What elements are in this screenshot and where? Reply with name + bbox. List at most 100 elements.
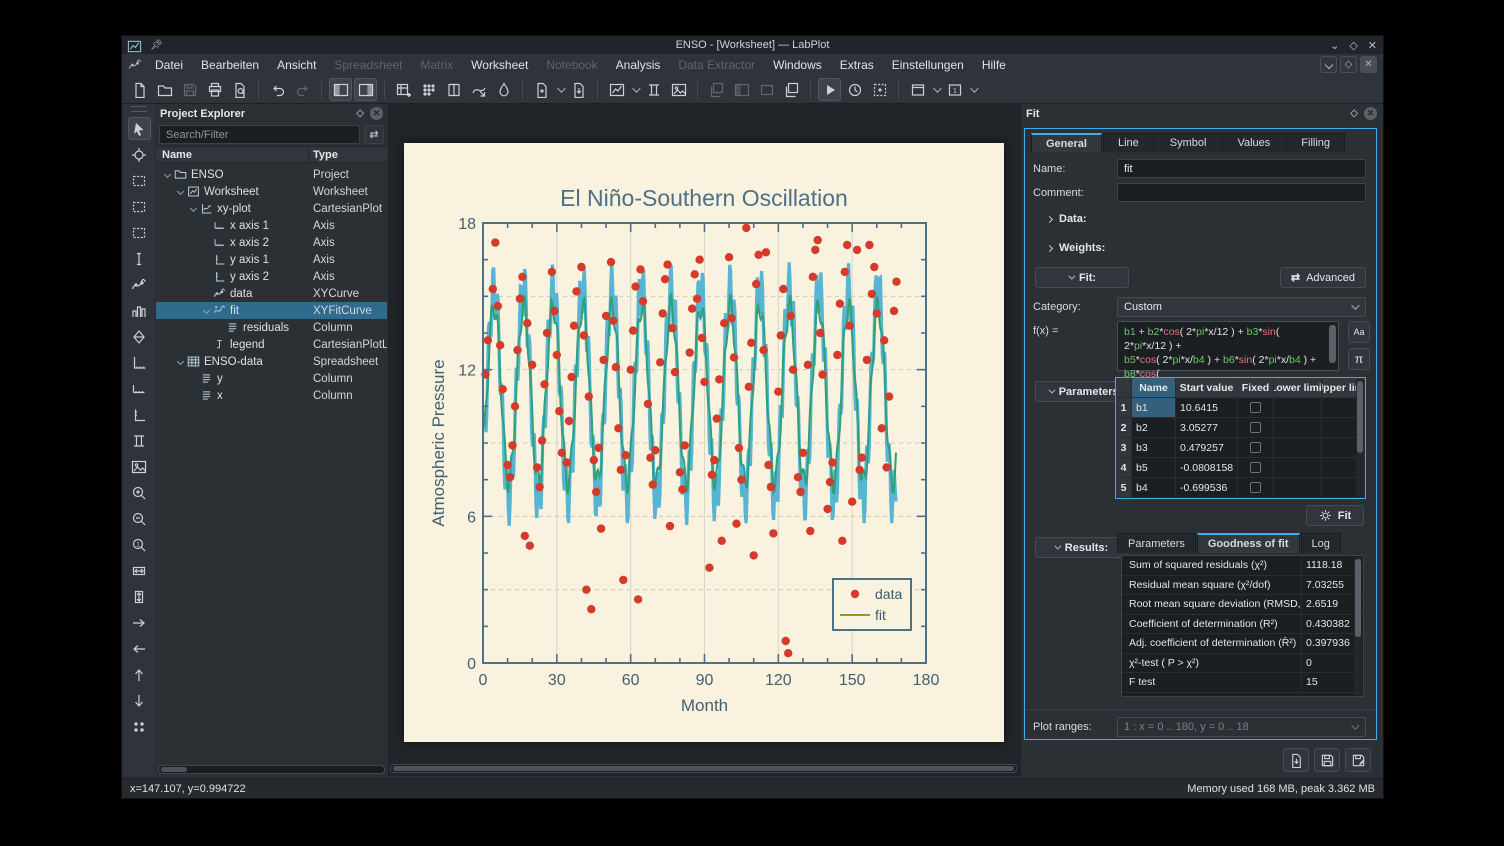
category-select[interactable]: Custom — [1117, 297, 1366, 317]
navigate-mode-button[interactable] — [818, 78, 841, 101]
param-lower-limit-cell[interactable] — [1274, 418, 1322, 437]
tree-item-residuals[interactable]: residualsColumn — [156, 319, 387, 336]
comment-input[interactable] — [1117, 183, 1366, 202]
menu-datei[interactable]: Datei — [146, 55, 192, 75]
add-image-button[interactable] — [128, 455, 151, 478]
add-fourier-button[interactable] — [128, 325, 151, 348]
float-dock-icon[interactable]: ◇ — [1350, 108, 1358, 119]
tree-item-ENSO[interactable]: ENSOProject — [156, 166, 387, 183]
zoom-x-select-tool[interactable] — [128, 195, 151, 218]
param-start-value-cell[interactable]: 10.6415 — [1176, 398, 1238, 417]
param-name-cell[interactable]: b5 — [1132, 458, 1176, 477]
tree-item-x-axis-2[interactable]: x axis 2Axis — [156, 234, 387, 251]
toggle-project-explorer-button[interactable] — [329, 78, 352, 101]
name-input[interactable]: fit — [1117, 159, 1366, 178]
new-spreadsheet-button[interactable] — [392, 78, 415, 101]
param-col-Fixed[interactable]: Fixed — [1238, 378, 1274, 397]
param-lower-limit-cell[interactable] — [1274, 478, 1322, 497]
tree-item-y[interactable]: yColumn — [156, 370, 387, 387]
advanced-button[interactable]: ⇄Advanced — [1280, 267, 1366, 288]
tree-item-y-axis-2[interactable]: y axis 2Axis — [156, 268, 387, 285]
param-fixed-cell[interactable] — [1238, 398, 1274, 417]
import-button[interactable] — [567, 78, 590, 101]
results-tab-goodness-of-fit[interactable]: Goodness of fit — [1197, 533, 1300, 553]
menu-windows[interactable]: Windows — [764, 55, 831, 75]
param-lower-limit-cell[interactable] — [1274, 398, 1322, 417]
param-fixed-cell[interactable] — [1238, 478, 1274, 497]
dropdown-chevron-icon[interactable] — [931, 78, 941, 101]
worksheet-page[interactable]: El Niño-Southern Oscillation030609012015… — [404, 143, 1004, 742]
param-col-Start value[interactable]: Start value — [1176, 378, 1238, 397]
menu-ansicht[interactable]: Ansicht — [268, 55, 325, 75]
tab-general[interactable]: General — [1031, 133, 1102, 152]
param-start-value-cell[interactable]: 0.479257 — [1176, 438, 1238, 457]
pin-icon[interactable]: 📌︎ — [150, 40, 163, 51]
cursor-tool[interactable] — [128, 247, 151, 270]
results-tab-log[interactable]: Log — [1301, 533, 1341, 553]
magnification-button[interactable] — [906, 78, 929, 101]
param-name-cell[interactable]: b4 — [1132, 478, 1176, 497]
dropdown-chevron-icon[interactable] — [968, 78, 978, 101]
scrollbar-handle[interactable] — [1357, 381, 1363, 453]
add-y-axis-button[interactable] — [128, 403, 151, 426]
tab-line[interactable]: Line — [1103, 133, 1154, 152]
functions-button[interactable]: Aa — [1348, 321, 1370, 343]
select-pointer-tool[interactable] — [128, 117, 151, 140]
shift-left-button[interactable] — [128, 637, 151, 660]
window-list-button[interactable] — [780, 78, 803, 101]
param-name-cell[interactable]: b2 — [1132, 418, 1176, 437]
tree-item-x[interactable]: xColumn — [156, 387, 387, 404]
search-input[interactable]: Search/Filter — [159, 125, 360, 144]
zoom-fit-page-button[interactable] — [128, 559, 151, 582]
param-col-Lower limit[interactable]: Lower limit — [1274, 378, 1322, 397]
tree-item-legend[interactable]: legendCartesianPlotLegen — [156, 336, 387, 353]
xy-plot[interactable]: El Niño-Southern Oscillation030609012015… — [404, 143, 1004, 742]
param-lower-limit-cell[interactable] — [1274, 458, 1322, 477]
param-col-Name[interactable]: Name — [1132, 378, 1176, 397]
param-name-cell[interactable]: b1 — [1132, 398, 1176, 417]
zoom-out-button[interactable] — [128, 507, 151, 530]
scrollbar-handle[interactable] — [1355, 559, 1361, 637]
open-project-button[interactable] — [153, 78, 176, 101]
results-section-toggle[interactable]: Results: — [1035, 537, 1127, 558]
tree-expander[interactable] — [173, 189, 187, 194]
cursor-mode-button[interactable] — [843, 78, 866, 101]
formula-scrollbar[interactable] — [1329, 325, 1336, 363]
shift-right-button[interactable] — [128, 611, 151, 634]
new-datapicker-button[interactable] — [467, 78, 490, 101]
fixed-checkbox[interactable] — [1250, 422, 1261, 433]
add-xy-curve-button[interactable] — [128, 273, 151, 296]
undo-button[interactable] — [266, 78, 289, 101]
add-axis-button[interactable] — [128, 351, 151, 374]
param-fixed-cell[interactable] — [1238, 418, 1274, 437]
toolbar-grip[interactable] — [131, 106, 147, 112]
param-start-value-cell[interactable]: -0.0808158 — [1176, 458, 1238, 477]
zoom-y-select-tool[interactable] — [128, 221, 151, 244]
param-fixed-cell[interactable] — [1238, 458, 1274, 477]
save-results-button[interactable] — [1314, 748, 1340, 772]
tree-item-y-axis-1[interactable]: y axis 1Axis — [156, 251, 387, 268]
menu-worksheet[interactable]: Worksheet — [462, 55, 537, 75]
tree-expander[interactable] — [186, 206, 200, 211]
new-worksheet-button[interactable] — [530, 78, 553, 101]
tree-item-ENSO-data[interactable]: ENSO-dataSpreadsheet — [156, 353, 387, 370]
zoom-select-tool[interactable] — [128, 169, 151, 192]
zoom-original-button[interactable]: 1 — [128, 533, 151, 556]
new-project-button[interactable] — [128, 78, 151, 101]
presenter-mode-button[interactable]: 1 — [943, 78, 966, 101]
param-row-b1[interactable]: 1b110.6415 — [1116, 398, 1365, 418]
explorer-hscrollbar[interactable] — [158, 765, 385, 774]
tab-filling[interactable]: Filling — [1286, 133, 1345, 152]
menu-bearbeiten[interactable]: Bearbeiten — [192, 55, 268, 75]
param-row-b4[interactable]: 5b4-0.699536 — [1116, 478, 1365, 498]
tree-item-x-axis-1[interactable]: x axis 1Axis — [156, 217, 387, 234]
menu-hilfe[interactable]: Hilfe — [973, 55, 1015, 75]
add-x-axis-button[interactable] — [128, 377, 151, 400]
fit-section-toggle[interactable]: Fit: — [1035, 267, 1129, 288]
tree-expander[interactable] — [199, 308, 213, 313]
worksheet-view[interactable]: El Niño-Southern Oscillation030609012015… — [388, 104, 1021, 776]
constants-pi-button[interactable]: π — [1348, 348, 1370, 370]
dropdown-chevron-icon[interactable] — [555, 78, 565, 101]
new-plot-button[interactable] — [605, 78, 628, 101]
close-dock-icon[interactable]: ✕ — [1364, 107, 1377, 120]
